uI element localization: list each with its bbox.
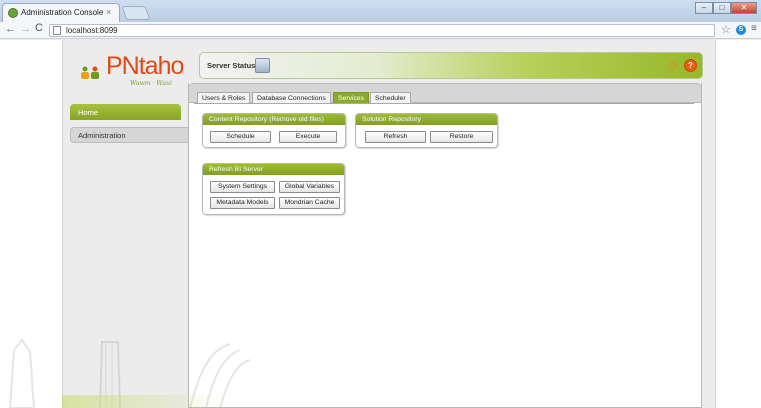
refresh-icon[interactable]: ⟳ bbox=[666, 59, 680, 73]
logo: PNtaho Wuwm · Wuui bbox=[80, 52, 186, 92]
sidebar-item-administration[interactable]: Administration bbox=[70, 127, 190, 143]
window-controls: – □ ✕ bbox=[695, 2, 757, 14]
browser-toolbar: ← → C localhost:8099 ☆ S ≡ bbox=[0, 22, 761, 39]
close-window-button[interactable]: ✕ bbox=[731, 2, 757, 14]
browser-tab[interactable]: Administration Console × bbox=[2, 3, 120, 22]
tab-favicon-icon bbox=[8, 8, 18, 18]
tab-close-icon[interactable]: × bbox=[106, 7, 111, 17]
metadata-models-button[interactable]: Metadata Models bbox=[210, 197, 275, 209]
solution-repository-group: Solution Repository Refresh Restore bbox=[355, 113, 498, 148]
logo-subtitle: Wuwm · Wuui bbox=[130, 80, 172, 87]
schedule-button[interactable]: Schedule bbox=[210, 131, 271, 143]
maximize-button[interactable]: □ bbox=[713, 2, 731, 14]
logo-people-icon bbox=[81, 66, 99, 79]
sidebar-item-home[interactable]: Home bbox=[70, 104, 181, 120]
logo-text: PNtaho bbox=[106, 52, 184, 80]
solution-repository-title: Solution Repository bbox=[356, 114, 497, 125]
refresh-button[interactable]: Refresh bbox=[365, 131, 426, 143]
help-icon[interactable]: ? bbox=[684, 59, 697, 72]
new-tab-button[interactable] bbox=[121, 6, 151, 20]
page-icon bbox=[53, 26, 61, 35]
content-repository-title: Content Repository (Remove old files) bbox=[203, 114, 345, 125]
server-status-icon[interactable] bbox=[255, 58, 270, 73]
mondrian-cache-button[interactable]: Mondrian Cache bbox=[279, 197, 340, 209]
system-settings-button[interactable]: System Settings bbox=[210, 181, 275, 193]
minimize-button[interactable]: – bbox=[695, 2, 713, 14]
server-status-label: Server Status: bbox=[207, 61, 258, 70]
server-status-bar: Server Status: ⟳ ? bbox=[199, 52, 703, 79]
execute-button[interactable]: Execute bbox=[279, 131, 337, 143]
refresh-bi-server-group: Refresh BI Server System Settings Global… bbox=[202, 163, 345, 215]
reload-button[interactable]: C bbox=[35, 22, 43, 34]
star-icon[interactable]: ☆ bbox=[721, 23, 731, 36]
decorative-watermark bbox=[8, 338, 251, 408]
tab-strip: Users & Roles Database Connections Servi… bbox=[188, 83, 702, 104]
refresh-bi-server-title: Refresh BI Server bbox=[203, 164, 344, 175]
address-bar[interactable]: localhost:8099 bbox=[49, 24, 715, 37]
browser-titlebar: Administration Console × – □ ✕ bbox=[0, 0, 761, 22]
global-variables-button[interactable]: Global Variables bbox=[279, 181, 340, 193]
content-repository-group: Content Repository (Remove old files) Sc… bbox=[202, 113, 346, 148]
tab-title: Administration Console bbox=[21, 8, 104, 17]
restore-button[interactable]: Restore bbox=[430, 131, 493, 143]
extension-icon[interactable]: S bbox=[736, 25, 746, 35]
forward-button[interactable]: → bbox=[20, 23, 31, 35]
back-button[interactable]: ← bbox=[5, 23, 16, 35]
menu-icon[interactable]: ≡ bbox=[751, 23, 757, 34]
url-text[interactable]: localhost:8099 bbox=[66, 26, 118, 35]
tab-divider bbox=[194, 103, 694, 104]
